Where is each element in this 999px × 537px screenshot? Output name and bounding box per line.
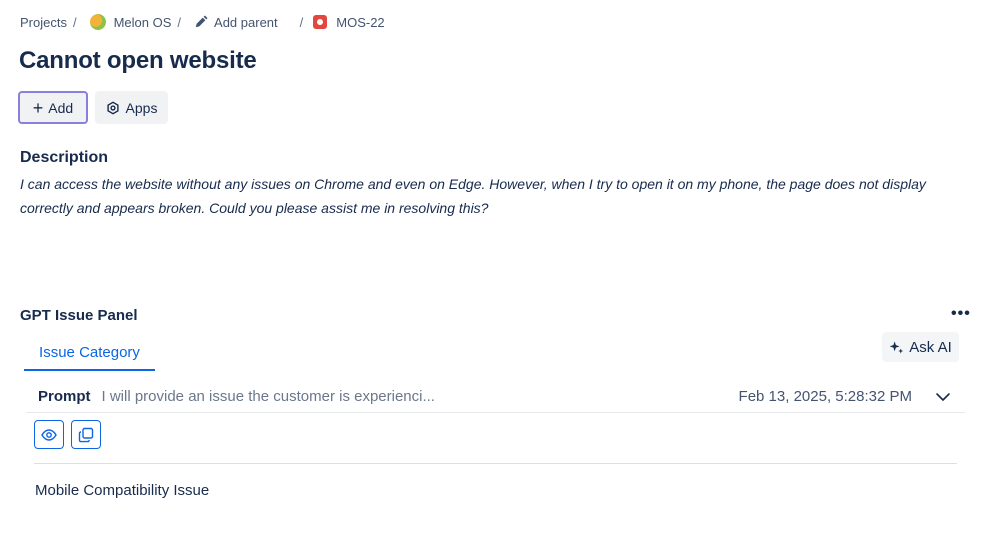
apps-icon — [106, 101, 119, 114]
ask-ai-button[interactable]: Ask AI — [882, 332, 959, 362]
chevron-down-icon[interactable] — [935, 389, 951, 405]
breadcrumb-separator: / — [177, 14, 182, 30]
breadcrumb-project-label: Melon OS — [113, 14, 172, 30]
copy-icon — [78, 427, 94, 442]
breadcrumb-separator: / — [72, 14, 77, 30]
page-title[interactable]: Cannot open website — [19, 47, 257, 75]
eye-icon — [41, 428, 57, 441]
add-button[interactable]: + Add — [18, 91, 88, 124]
pencil-icon — [195, 15, 208, 28]
plus-icon: + — [32, 97, 44, 118]
issue-key-label: MOS-22 — [336, 14, 385, 30]
prompt-label: Prompt — [38, 387, 91, 405]
breadcrumb-project[interactable]: Melon OS — [89, 14, 172, 30]
breadcrumb-issue-key[interactable]: MOS-22 — [313, 14, 385, 30]
result-divider — [34, 463, 957, 464]
breadcrumb: Projects / Melon OS / Add parent / MOS-2… — [20, 13, 385, 31]
view-prompt-button[interactable] — [34, 420, 64, 449]
ask-ai-label: Ask AI — [909, 338, 952, 356]
breadcrumb-projects[interactable]: Projects — [20, 15, 67, 30]
sparkle-icon — [889, 340, 904, 354]
melon-os-logo-icon — [89, 14, 106, 30]
description-text[interactable]: I can access the website without any iss… — [20, 172, 970, 220]
copy-prompt-button[interactable] — [71, 420, 101, 449]
more-icon[interactable]: ••• — [951, 305, 971, 323]
prompt-timestamp: Feb 13, 2025, 5:28:32 PM — [738, 387, 912, 405]
add-button-label: Add — [48, 99, 74, 116]
gpt-panel-title: GPT Issue Panel — [20, 307, 138, 324]
add-parent-link[interactable]: Add parent — [194, 15, 278, 30]
description-heading: Description — [20, 149, 109, 166]
breadcrumb-separator: / — [299, 14, 304, 30]
apps-button-label: Apps — [125, 99, 158, 116]
prompt-preview: I will provide an issue the customer is … — [101, 387, 435, 405]
apps-button[interactable]: Apps — [95, 91, 168, 124]
add-parent-label: Add parent — [214, 14, 278, 30]
tab-issue-category[interactable]: Issue Category — [24, 335, 155, 371]
issue-category-result: Mobile Compatibility Issue — [35, 482, 210, 499]
bug-icon — [313, 15, 328, 29]
prompt-row[interactable]: Prompt I will provide an issue the custo… — [26, 380, 965, 413]
